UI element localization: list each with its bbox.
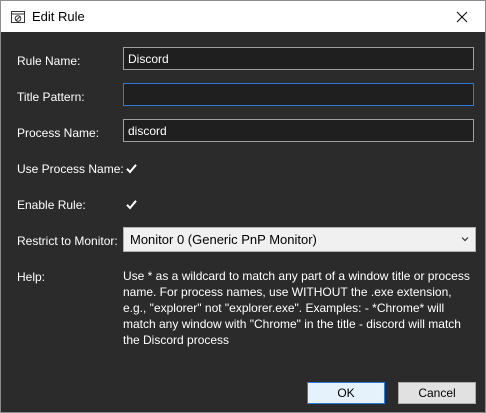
title-pattern-input[interactable] [123,83,474,106]
chevron-down-icon [461,237,469,242]
enable-rule-label: Enable Rule: [17,198,86,212]
title-bar[interactable]: Edit Rule [1,1,485,32]
ok-button[interactable]: OK [307,382,385,404]
enable-rule-checkbox[interactable] [125,198,138,211]
dialog-body: Rule Name: Title Pattern: Process Name: … [1,32,485,412]
help-text: Use * as a wildcard to match any part of… [123,269,470,347]
window-rule-icon [11,11,25,23]
close-button[interactable] [439,1,485,32]
monitor-select-value: Monitor 0 (Generic PnP Monitor) [130,232,317,247]
restrict-monitor-label: Restrict to Monitor: [17,234,118,248]
monitor-select[interactable]: Monitor 0 (Generic PnP Monitor) [123,227,476,252]
rule-name-input[interactable] [123,47,474,70]
window-title: Edit Rule [32,9,85,24]
help-label: Help: [17,270,46,284]
use-process-name-label: Use Process Name: [17,162,124,176]
use-process-name-checkbox[interactable] [125,162,138,175]
process-name-input[interactable] [123,119,474,142]
rule-name-label: Rule Name: [17,54,81,68]
title-pattern-label: Title Pattern: [17,90,85,104]
edit-rule-dialog: Edit Rule Rule Name: Title Pattern: Proc… [0,0,486,413]
cancel-button[interactable]: Cancel [398,382,476,404]
process-name-label: Process Name: [17,126,100,140]
close-icon [456,11,468,22]
